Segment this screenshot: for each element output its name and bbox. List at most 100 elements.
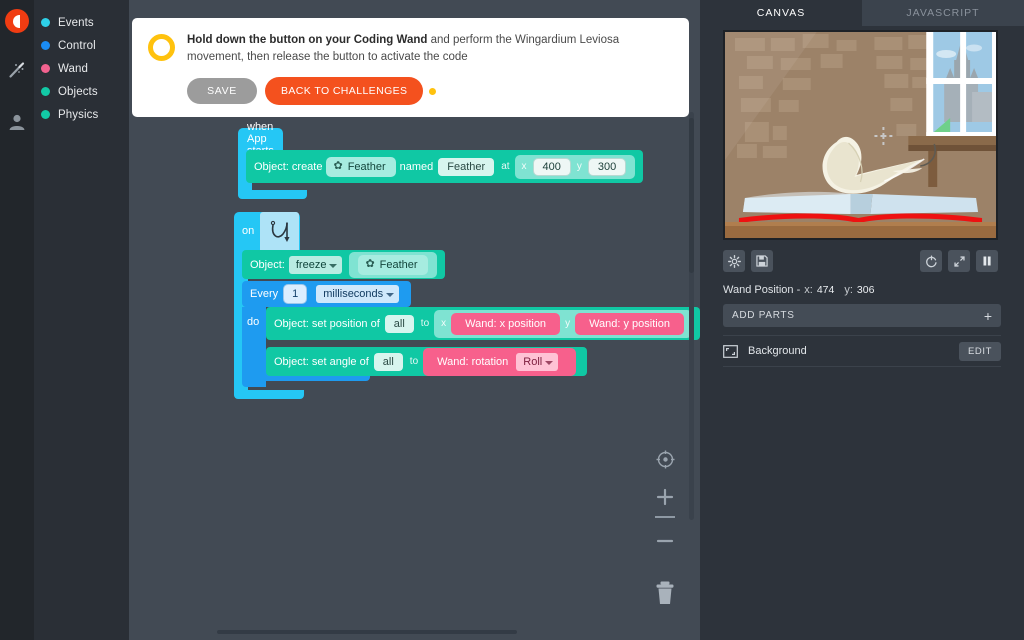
x-value-field[interactable]: 400 (532, 157, 571, 176)
name-field[interactable]: Feather (438, 157, 495, 176)
layer-row-background[interactable]: Background EDIT (723, 336, 1001, 366)
block-label: Object: set angle of (274, 355, 369, 368)
sidebar-item-label: Events (58, 16, 94, 29)
block-when-app-starts[interactable]: when App starts (238, 121, 283, 157)
user-account-icon[interactable] (2, 107, 32, 137)
block-label-at: at (501, 161, 510, 172)
logo-moon-glyph (13, 14, 20, 28)
freeze-object-slot: ✿ Feather (349, 251, 437, 278)
challenge-status-dot-icon (427, 85, 439, 97)
background-layer-icon (723, 344, 738, 358)
wand-position-label: Wand Position - (723, 284, 801, 296)
category-dot-icon (41, 18, 50, 27)
y-label: y (565, 318, 571, 329)
object-field-label: Feather (347, 160, 386, 173)
instruction-text-bold: Hold down the button on your Coding Wand (187, 34, 428, 46)
category-sidebar: Events Control Wand Objects Physics (34, 0, 129, 640)
wand-x-value: 474 (816, 284, 835, 296)
instruction-banner: Hold down the button on your Coding Wand… (132, 18, 689, 117)
tab-canvas[interactable]: CANVAS (700, 0, 862, 26)
wand-y-position-block[interactable]: Wand: y position (575, 312, 684, 335)
block-object-freeze[interactable]: Object: freeze ✿ Feather (242, 250, 445, 279)
sidebar-item-events[interactable]: Events (34, 11, 129, 34)
save-disk-icon[interactable] (751, 250, 773, 272)
pause-icon[interactable] (976, 250, 998, 272)
block-set-position[interactable]: Object: set position of all to x Wand: x… (266, 307, 700, 340)
x-label: x (441, 318, 447, 329)
panel-tabs: CANVAS JAVASCRIPT (700, 0, 1024, 26)
coordinate-slot: x 400 y 300 (514, 154, 636, 179)
app-root: Events Control Wand Objects Physics Hold… (0, 0, 1024, 640)
tab-javascript[interactable]: JAVASCRIPT (862, 0, 1024, 26)
interval-unit-dropdown[interactable]: milliseconds (316, 285, 400, 303)
category-dot-icon (41, 64, 50, 73)
settings-gear-icon[interactable] (723, 250, 745, 272)
interval-amount-field[interactable]: 1 (283, 284, 308, 304)
block-label: on (242, 225, 255, 237)
wand-x-position-block[interactable]: Wand: x position (451, 312, 561, 335)
block-set-angle[interactable]: Object: set angle of all to Wand: rotati… (266, 347, 588, 376)
sidebar-item-wand[interactable]: Wand (34, 57, 129, 80)
sidebar-item-physics[interactable]: Physics (34, 103, 129, 126)
add-parts-button[interactable]: ADD PARTS + (723, 304, 1001, 327)
feather-icon: ✿ (333, 160, 343, 172)
canvas-scene (725, 32, 996, 238)
workspace-zoom-controls (652, 446, 678, 618)
block-label: Every (250, 288, 279, 300)
wand-icon[interactable] (2, 55, 32, 85)
target-field-all[interactable]: all (384, 314, 414, 333)
right-panel: CANVAS JAVASCRIPT Wand Position - x: 474… (700, 0, 1024, 640)
edit-background-button[interactable]: EDIT (958, 341, 1001, 361)
plus-icon: + (983, 307, 992, 324)
target-field-all[interactable]: all (373, 352, 403, 371)
do-label: do (247, 316, 260, 328)
wand-y-label: y: (844, 284, 853, 296)
object-field-feather[interactable]: ✿ Feather (326, 156, 396, 177)
canvas-preview[interactable] (723, 30, 998, 240)
block-label-named: named (399, 160, 434, 173)
object-field-feather[interactable]: ✿ Feather (358, 254, 428, 275)
icon-rail (0, 0, 34, 640)
block-on-gesture[interactable]: on (234, 212, 300, 250)
block-object-create[interactable]: Object: create ✿ Feather named Feather a… (246, 150, 644, 183)
canvas-toolbar (723, 250, 998, 272)
block-every-interval[interactable]: Every 1 milliseconds (242, 281, 412, 307)
zoom-in-icon[interactable] (652, 484, 678, 510)
back-to-challenges-button[interactable]: BACK TO CHALLENGES (265, 77, 424, 105)
app-logo[interactable] (5, 9, 29, 33)
wand-rotation-label: Wand: rotation (437, 355, 509, 368)
position-value-slot: x Wand: x position y Wand: y position (434, 309, 692, 338)
x-label: x (521, 161, 527, 172)
rotation-axis-dropdown[interactable]: Roll (516, 352, 559, 371)
panel-divider-bottom (723, 366, 1001, 367)
freeze-action-dropdown[interactable]: freeze (288, 255, 343, 274)
center-blocks-icon[interactable] (652, 446, 678, 472)
zoom-divider (655, 516, 675, 518)
restart-icon[interactable] (920, 250, 942, 272)
sidebar-item-objects[interactable]: Objects (34, 80, 129, 103)
delete-trash-icon[interactable] (652, 580, 678, 606)
block-label: Object: create (254, 160, 323, 173)
feather-icon: ✿ (365, 258, 375, 270)
sidebar-item-label: Objects (58, 85, 98, 98)
y-value-field[interactable]: 300 (587, 157, 627, 176)
workspace-vertical-scrollbar[interactable] (689, 118, 694, 273)
add-parts-label: ADD PARTS (732, 310, 795, 321)
sidebar-item-control[interactable]: Control (34, 34, 129, 57)
layer-name: Background (748, 345, 807, 357)
zoom-out-icon[interactable] (652, 528, 678, 554)
fullscreen-icon[interactable] (948, 250, 970, 272)
object-field-label: Feather (379, 258, 418, 271)
wingardium-leviosa-gesture-icon[interactable] (260, 212, 300, 250)
wand-rotation-block[interactable]: Wand: rotation Roll (423, 347, 577, 376)
block-label: Object: (250, 258, 285, 271)
stack1-foot (238, 190, 307, 199)
banner-buttons: SAVE BACK TO CHALLENGES (187, 77, 673, 105)
workspace-horizontal-scrollbar[interactable] (217, 630, 517, 634)
wand-x-label: x: (804, 284, 813, 296)
save-button[interactable]: SAVE (187, 78, 257, 104)
wand-y-value: 306 (856, 284, 875, 296)
sidebar-item-label: Physics (58, 108, 99, 121)
blocks-workspace[interactable]: Hold down the button on your Coding Wand… (129, 0, 700, 640)
to-label: to (420, 318, 430, 329)
